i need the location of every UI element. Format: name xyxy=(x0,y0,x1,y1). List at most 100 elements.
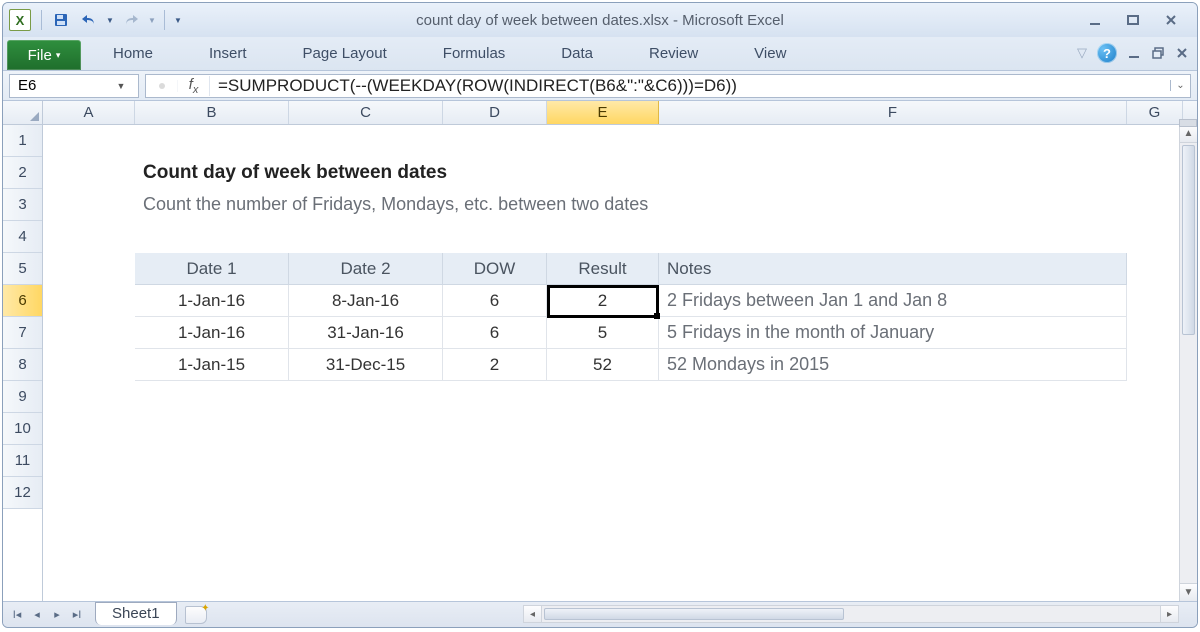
quick-access-toolbar: X ▼ ▼ ▼ xyxy=(9,8,185,32)
scroll-right-button[interactable]: ▸ xyxy=(1160,606,1178,622)
tab-view[interactable]: View xyxy=(726,37,814,70)
row-header-2[interactable]: 2 xyxy=(3,157,42,189)
vertical-scrollbar[interactable]: ▲ ▼ xyxy=(1179,125,1197,601)
cells-grid[interactable]: Count day of week between dates Count th… xyxy=(43,125,1197,601)
new-sheet-button[interactable] xyxy=(185,606,207,624)
sheet-heading: Count day of week between dates xyxy=(135,157,1119,189)
undo-dropdown[interactable]: ▼ xyxy=(104,8,116,32)
row-header-7[interactable]: 7 xyxy=(3,317,42,349)
cell-f6[interactable]: 2 Fridays between Jan 1 and Jan 8 xyxy=(659,285,1127,317)
close-button[interactable] xyxy=(1157,10,1185,30)
formula-input[interactable]: =SUMPRODUCT(--(WEEKDAY(ROW(INDIRECT(B6&"… xyxy=(210,76,1170,96)
hscroll-thumb[interactable] xyxy=(544,608,844,620)
tab-nav-first[interactable]: I◂ xyxy=(7,605,27,625)
select-all-button[interactable] xyxy=(3,101,43,124)
row-header-1[interactable]: 1 xyxy=(3,125,42,157)
cell-c6[interactable]: 8-Jan-16 xyxy=(289,285,443,317)
horizontal-scrollbar[interactable]: ◂ ▸ xyxy=(523,605,1179,623)
worksheet-area: A B C D E F G 1 2 3 4 5 6 7 8 9 10 11 12 xyxy=(3,101,1197,601)
row-header-8[interactable]: 8 xyxy=(3,349,42,381)
scroll-left-button[interactable]: ◂ xyxy=(524,606,542,622)
cell-e7[interactable]: 5 xyxy=(547,317,659,349)
tab-home[interactable]: Home xyxy=(85,37,181,70)
scroll-down-button[interactable]: ▼ xyxy=(1180,583,1197,601)
row-header-5[interactable]: 5 xyxy=(3,253,42,285)
row-header-4[interactable]: 4 xyxy=(3,221,42,253)
cell-f8[interactable]: 52 Mondays in 2015 xyxy=(659,349,1127,381)
col-header-e[interactable]: E xyxy=(547,101,659,124)
tab-data[interactable]: Data xyxy=(533,37,621,70)
vscroll-thumb[interactable] xyxy=(1182,145,1195,335)
col-header-f[interactable]: F xyxy=(659,101,1127,124)
col-header-b[interactable]: B xyxy=(135,101,289,124)
mdi-minimize-button[interactable] xyxy=(1127,46,1141,60)
col-header-d[interactable]: D xyxy=(443,101,547,124)
excel-icon[interactable]: X xyxy=(9,9,31,31)
cancel-formula-button[interactable] xyxy=(146,80,178,92)
save-icon xyxy=(53,12,69,28)
tab-nav-prev[interactable]: ◂ xyxy=(27,605,47,625)
minimize-button[interactable] xyxy=(1081,10,1109,30)
cell-e8[interactable]: 52 xyxy=(547,349,659,381)
insert-function-button[interactable]: fx xyxy=(178,76,210,96)
row-headers: 1 2 3 4 5 6 7 8 9 10 11 12 xyxy=(3,125,43,601)
header-dow: DOW xyxy=(443,253,547,285)
header-date2: Date 2 xyxy=(289,253,443,285)
qat-customize-dropdown[interactable]: ▼ xyxy=(171,8,185,32)
cell-c7[interactable]: 31-Jan-16 xyxy=(289,317,443,349)
tab-formulas[interactable]: Formulas xyxy=(415,37,534,70)
row-header-10[interactable]: 10 xyxy=(3,413,42,445)
cell-d8[interactable]: 2 xyxy=(443,349,547,381)
undo-icon xyxy=(81,13,97,27)
hscroll-track[interactable] xyxy=(542,606,1160,622)
file-tab-label: File xyxy=(28,47,52,64)
cell-d7[interactable]: 6 xyxy=(443,317,547,349)
tab-page-layout[interactable]: Page Layout xyxy=(275,37,415,70)
col-header-c[interactable]: C xyxy=(289,101,443,124)
cell-b8[interactable]: 1-Jan-15 xyxy=(135,349,289,381)
row-header-3[interactable]: 3 xyxy=(3,189,42,221)
sheet-tab-1[interactable]: Sheet1 xyxy=(95,602,177,625)
ribbon-tabs: File ▾ Home Insert Page Layout Formulas … xyxy=(3,37,1197,71)
name-box[interactable]: E6 ▼ xyxy=(9,74,139,98)
undo-button[interactable] xyxy=(76,8,102,32)
scroll-up-button[interactable]: ▲ xyxy=(1180,125,1197,143)
row-header-11[interactable]: 11 xyxy=(3,445,42,477)
mdi-restore-button[interactable] xyxy=(1151,46,1165,60)
tab-review[interactable]: Review xyxy=(621,37,726,70)
col-header-a[interactable]: A xyxy=(43,101,135,124)
mdi-close-button[interactable] xyxy=(1175,46,1189,60)
row-header-6[interactable]: 6 xyxy=(3,285,42,317)
row-header-12[interactable]: 12 xyxy=(3,477,42,509)
tab-insert[interactable]: Insert xyxy=(181,37,275,70)
file-tab[interactable]: File ▾ xyxy=(7,40,81,70)
redo-dropdown[interactable]: ▼ xyxy=(146,8,158,32)
col-header-g[interactable]: G xyxy=(1127,101,1183,124)
row-header-9[interactable]: 9 xyxy=(3,381,42,413)
sheet-subheading: Count the number of Fridays, Mondays, et… xyxy=(135,189,1119,221)
ribbon-minimize-icon[interactable]: ▽ xyxy=(1077,45,1087,61)
save-button[interactable] xyxy=(48,8,74,32)
bullet-icon xyxy=(153,80,171,92)
tab-nav-last[interactable]: ▸I xyxy=(67,605,87,625)
cell-b6[interactable]: 1-Jan-16 xyxy=(135,285,289,317)
help-button[interactable]: ? xyxy=(1097,43,1117,63)
cell-d6[interactable]: 6 xyxy=(443,285,547,317)
cell-e6[interactable]: 2 xyxy=(547,285,659,317)
window-controls xyxy=(1081,10,1191,30)
minimize-icon xyxy=(1088,13,1102,27)
header-notes: Notes xyxy=(659,253,1127,285)
redo-button[interactable] xyxy=(118,8,144,32)
tab-nav-next[interactable]: ▸ xyxy=(47,605,67,625)
formula-input-group: fx =SUMPRODUCT(--(WEEKDAY(ROW(INDIRECT(B… xyxy=(145,74,1191,98)
header-date1: Date 1 xyxy=(135,253,289,285)
cell-c8[interactable]: 31-Dec-15 xyxy=(289,349,443,381)
redo-icon xyxy=(123,13,139,27)
expand-formula-bar-button[interactable]: ⌄ xyxy=(1170,80,1190,91)
cell-b7[interactable]: 1-Jan-16 xyxy=(135,317,289,349)
vscroll-track[interactable] xyxy=(1180,143,1197,583)
split-handle[interactable] xyxy=(1179,119,1197,127)
maximize-button[interactable] xyxy=(1119,10,1147,30)
name-box-dropdown[interactable]: ▼ xyxy=(112,77,130,95)
cell-f7[interactable]: 5 Fridays in the month of January xyxy=(659,317,1127,349)
